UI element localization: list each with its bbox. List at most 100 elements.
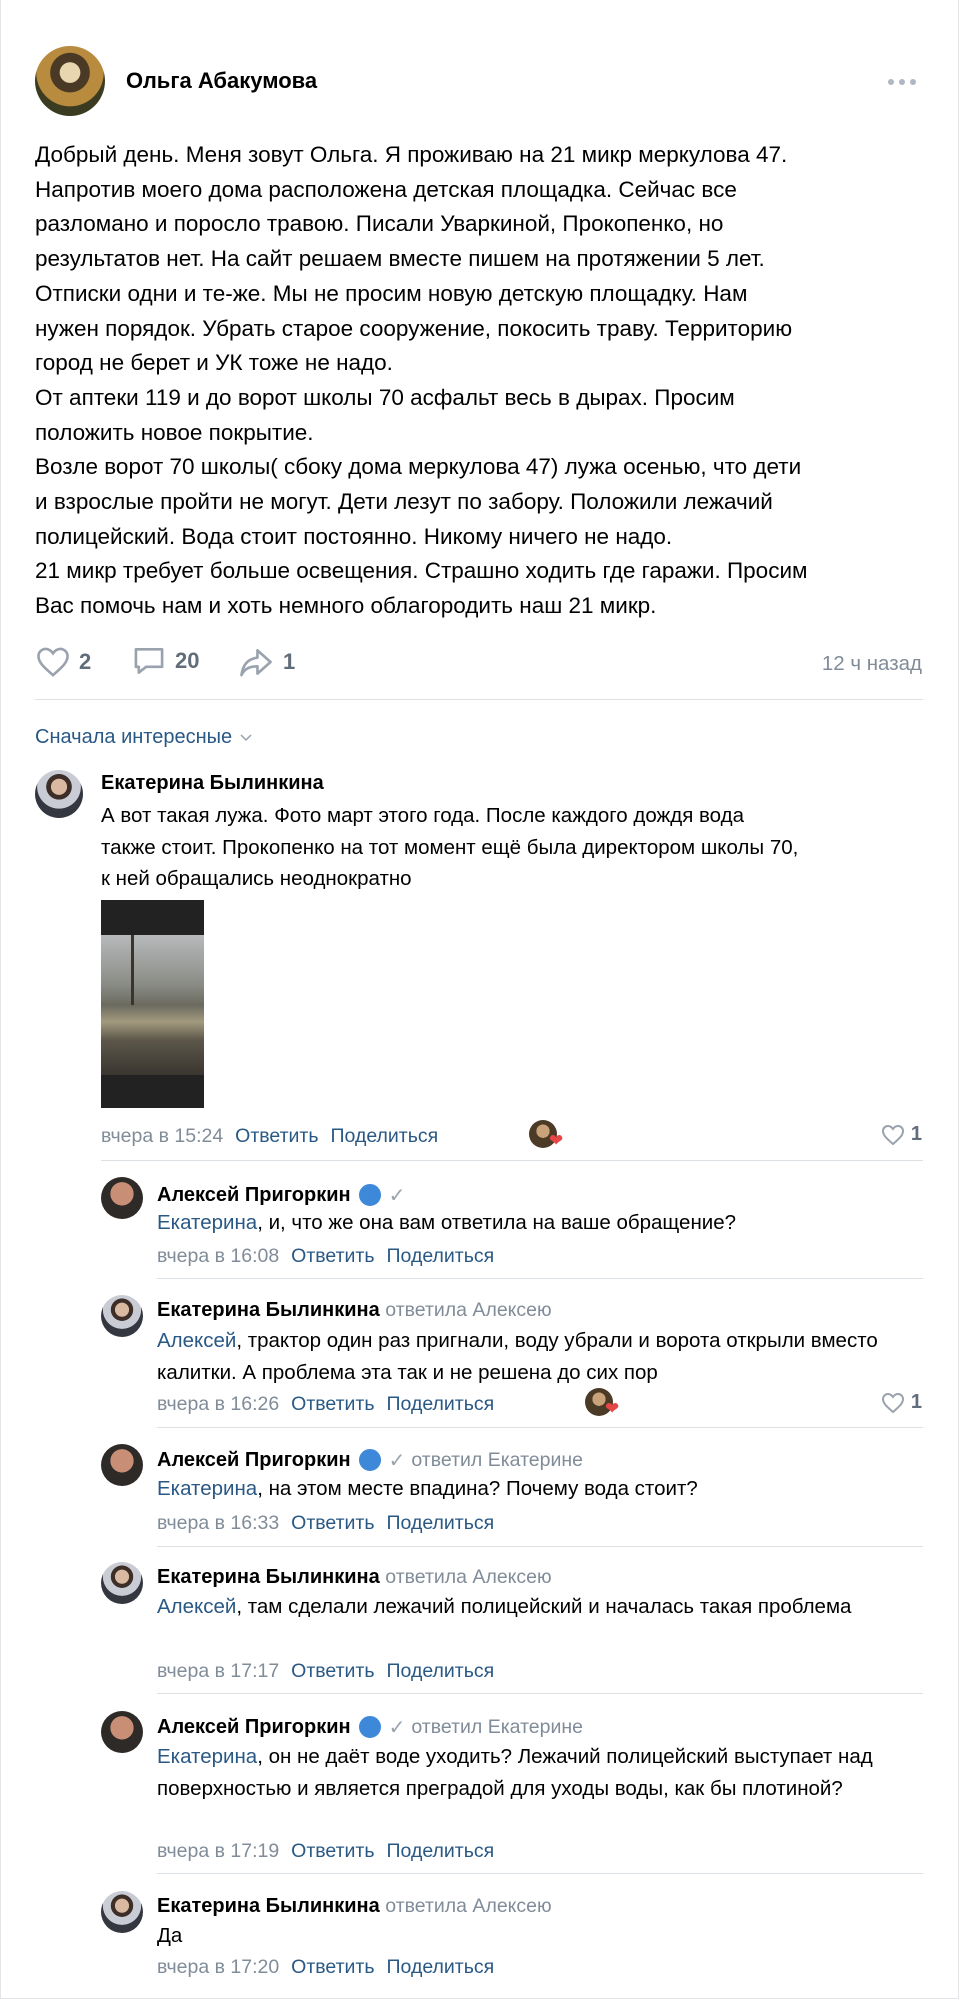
chevron-down-icon (240, 733, 252, 741)
reply-author-avatar[interactable] (101, 1711, 143, 1753)
heart-icon (881, 1392, 904, 1413)
reply-button[interactable]: Ответить (235, 1125, 318, 1147)
divider (35, 699, 923, 700)
divider (157, 1546, 923, 1547)
reply-author-text: Алексей Пригоркин (157, 1183, 351, 1206)
reply-target[interactable]: ответил Екатерине (411, 1449, 583, 1472)
mention-link[interactable]: Екатерина (157, 1477, 257, 1500)
like-count: 2 (79, 649, 92, 674)
share-link[interactable]: Поделиться (387, 1660, 495, 1682)
share-link[interactable]: Поделиться (331, 1125, 439, 1147)
reply-target[interactable]: ответила Алексею (385, 1895, 551, 1917)
reply-text: Екатерина, и, что же она вам ответила на… (157, 1211, 737, 1234)
post-text: Добрый день. Меня зовут Ольга. Я прожива… (35, 142, 808, 619)
reply-author-avatar[interactable] (101, 1295, 143, 1337)
checkmark-icon: ✓ (388, 1716, 406, 1739)
share-icon (240, 649, 272, 677)
reply-author-avatar[interactable] (101, 1891, 143, 1933)
reply-meta: вчера в 16:08 Ответить Поделиться (157, 1245, 494, 1268)
sort-label: Сначала интересные (35, 726, 233, 748)
comment-author-name[interactable]: Екатерина Былинкина (101, 772, 324, 795)
share-link[interactable]: Поделиться (387, 1512, 495, 1534)
reply-text: Екатерина, на этом месте впадина? Почему… (157, 1477, 698, 1500)
comment-author-avatar[interactable] (35, 770, 83, 818)
reply-time[interactable]: вчера в 17:20 (157, 1956, 279, 1978)
like-button[interactable]: 2 (35, 646, 91, 678)
comment-button[interactable]: 20 (131, 645, 199, 677)
reply-target[interactable]: ответила Алексею (385, 1299, 551, 1321)
reply-meta: вчера в 17:20 Ответить Поделиться (157, 1956, 494, 1979)
reply-time[interactable]: вчера в 16:33 (157, 1512, 279, 1534)
reply-time[interactable]: вчера в 17:17 (157, 1660, 279, 1682)
mention-link[interactable]: Екатерина (157, 1211, 257, 1234)
post-author-avatar[interactable] (35, 46, 105, 116)
reply-meta: вчера в 16:33 Ответить Поделиться (157, 1512, 494, 1535)
reply-author-avatar[interactable] (101, 1177, 143, 1219)
post-timestamp[interactable]: 12 ч назад (822, 652, 922, 676)
reply-author-name[interactable]: Алексей Пригоркин ✓ ответил Екатерине (157, 1447, 583, 1473)
checkmark-icon: ✓ (388, 1184, 406, 1207)
comment-meta: вчера в 15:24 Ответить Поделиться (101, 1125, 438, 1148)
reply-author-avatar[interactable] (101, 1444, 143, 1486)
post-card: Ольга Абакумова Добрый день. Меня зовут … (0, 0, 959, 1999)
share-link[interactable]: Поделиться (387, 1956, 495, 1978)
reply-like-button[interactable]: 1 (881, 1391, 922, 1414)
reply-text: Алексей, трактор один раз пригнали, воду… (157, 1329, 878, 1384)
divider (157, 1873, 923, 1874)
mention-link[interactable]: Алексей (157, 1595, 236, 1618)
checkmark-icon: ✓ (388, 1449, 406, 1472)
mention-link[interactable]: Алексей (157, 1329, 236, 1352)
comment-text: А вот такая лужа. Фото март этого года. … (101, 804, 799, 890)
share-link[interactable]: Поделиться (387, 1393, 495, 1415)
reply-time[interactable]: вчера в 17:19 (157, 1840, 279, 1862)
reply-time[interactable]: вчера в 16:08 (157, 1245, 279, 1267)
reply-text: Екатерина, он не даёт воде уходить? Лежа… (157, 1745, 873, 1800)
mention-link[interactable]: Екатерина (157, 1745, 257, 1768)
reply-author-avatar[interactable] (101, 1562, 143, 1604)
reply-meta: вчера в 16:26 Ответить Поделиться (157, 1393, 494, 1416)
comment-photo[interactable] (101, 900, 204, 1108)
share-link[interactable]: Поделиться (387, 1840, 495, 1862)
sticker-icon (356, 1714, 383, 1740)
divider (157, 1693, 923, 1694)
reply-button[interactable]: Ответить (291, 1393, 374, 1415)
reply-button[interactable]: Ответить (291, 1840, 374, 1862)
heart-badge-icon: ❤ (605, 1399, 620, 1418)
share-count: 1 (283, 649, 296, 674)
reply-button[interactable]: Ответить (291, 1512, 374, 1534)
heart-icon (37, 647, 69, 677)
sticker-icon (356, 1182, 383, 1208)
reply-target[interactable]: ответил Екатерине (411, 1716, 583, 1739)
divider (157, 1427, 923, 1428)
reply-text: Алексей, там сделали лежачий полицейский… (157, 1595, 852, 1618)
reply-button[interactable]: Ответить (291, 1956, 374, 1978)
comment-icon (134, 648, 164, 674)
sticker-icon (356, 1447, 383, 1473)
reply-author-name[interactable]: Екатерина Былинкина ответила Алексею (157, 1299, 552, 1322)
reply-meta: вчера в 17:19 Ответить Поделиться (157, 1840, 494, 1863)
comment-like-button[interactable]: 1 (881, 1123, 922, 1146)
share-button[interactable]: 1 (237, 646, 295, 678)
comment-like-count: 1 (910, 1123, 922, 1145)
divider (101, 1160, 923, 1161)
divider (157, 1278, 923, 1279)
reply-author-name[interactable]: Алексей Пригоркин ✓ ответил Екатерине (157, 1714, 583, 1740)
reply-like-count: 1 (910, 1391, 922, 1413)
reply-button[interactable]: Ответить (291, 1245, 374, 1267)
post-author-name[interactable]: Ольга Абакумова (126, 68, 317, 94)
reply-button[interactable]: Ответить (291, 1660, 374, 1682)
reply-meta: вчера в 17:17 Ответить Поделиться (157, 1660, 494, 1683)
reply-time[interactable]: вчера в 16:26 (157, 1393, 279, 1415)
reply-text: Да (157, 1924, 183, 1947)
heart-badge-icon: ❤ (549, 1131, 564, 1150)
sort-dropdown[interactable]: Сначала интересные (35, 726, 252, 749)
reply-author-name[interactable]: Алексей Пригоркин ✓ (157, 1182, 405, 1208)
comment-count: 20 (175, 648, 200, 673)
reply-author-name[interactable]: Екатерина Былинкина ответила Алексею (157, 1895, 552, 1918)
heart-icon (881, 1124, 904, 1145)
share-link[interactable]: Поделиться (387, 1245, 495, 1267)
comment-time[interactable]: вчера в 15:24 (101, 1125, 223, 1147)
reply-target[interactable]: ответила Алексею (385, 1566, 551, 1588)
more-horizontal-icon[interactable] (887, 77, 917, 87)
reply-author-name[interactable]: Екатерина Былинкина ответила Алексею (157, 1566, 552, 1589)
